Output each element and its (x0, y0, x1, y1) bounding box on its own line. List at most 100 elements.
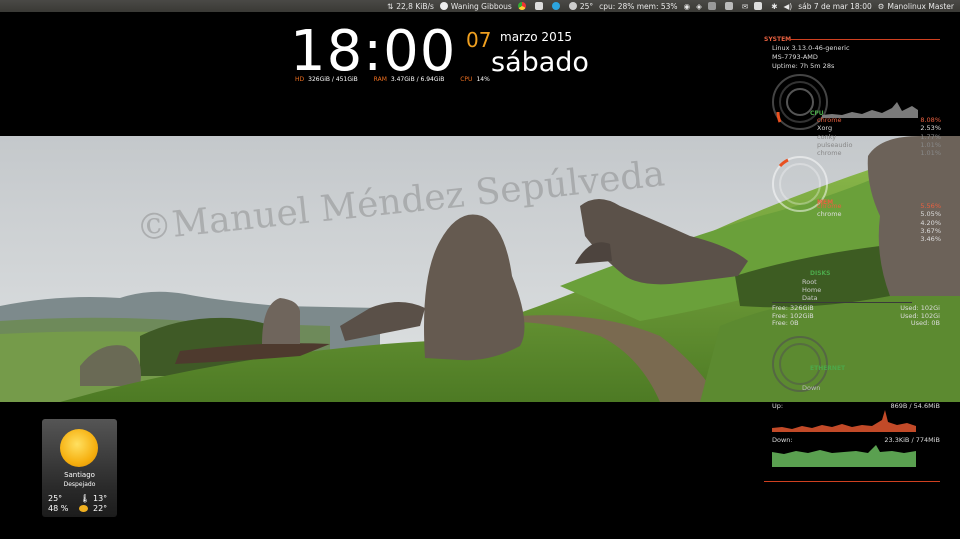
proc-value: 5.56% (920, 202, 941, 210)
weather-high: 13° (93, 494, 108, 503)
user-name: Manolinux Master (887, 1, 954, 11)
proc-value: 1.01% (920, 149, 941, 158)
proc-name: pulseaudio (817, 140, 853, 149)
mem-proc-row: 3.46% (817, 235, 941, 243)
ram-label: RAM (373, 76, 387, 83)
mem-proc-row: chrome 5.56% (817, 202, 941, 210)
cpu-proc-row: pulseaudio 1.01% (817, 141, 941, 149)
cpu-mem: cpu: 28% mem: 53% (599, 1, 678, 11)
system-rule (790, 39, 940, 40)
mem-process-list: chrome 5.56% chrome 5.05% 4.20% 3.67% 3.46… (817, 202, 941, 243)
volume-icon: ◀) (783, 1, 793, 11)
datetime-indicator[interactable]: sáb 7 de mar 18:00 (798, 2, 872, 11)
hd-label: HD (295, 76, 305, 83)
cpu-process-list: chrome 8.08% Xorg 2.53% conky 1.77% pulseau… (817, 116, 941, 157)
mail-icon: ✉ (741, 1, 749, 11)
mem-proc-row: 4.20% (817, 219, 941, 227)
net-indicator[interactable]: ⇅ 22,8 KiB/s (387, 2, 434, 11)
mem-proc-row: 3.67% (817, 227, 941, 235)
keyboard-icon (724, 2, 733, 10)
system-info: Linux 3.13.0-46-generic MS-7793-AMD Upti… (772, 44, 850, 71)
cloud-icon (534, 2, 543, 10)
system-title: SYSTEM (764, 36, 792, 43)
ram-value: 3.47GiB / 6.94GiB (390, 76, 445, 83)
net-ring-gauge (772, 336, 828, 392)
screen-tray[interactable] (707, 2, 719, 10)
weather-low: 22° (93, 504, 108, 513)
disk-row: Free: 0B Used: 0B (772, 319, 940, 328)
disk-name: Root (802, 278, 817, 286)
system-stats-line: HD 326GiB / 451GiB RAM 3.47GiB / 6.94GiB C… (295, 76, 504, 83)
cpu-proc-row: chrome 1.01% (817, 149, 941, 157)
keyboard-tray[interactable] (724, 2, 736, 10)
conky-bottom-rule (764, 481, 940, 482)
weather-humidity: 48 % (48, 504, 69, 513)
proc-value: 2.53% (920, 124, 941, 133)
weather-temp: 25° (48, 494, 63, 503)
proc-value: 4.20% (920, 218, 941, 227)
network-arrows-icon: ⇅ (386, 1, 394, 11)
download-graph (772, 445, 916, 467)
proc-name: chrome (817, 116, 842, 124)
thermometer-icon: 🌡 (80, 494, 91, 503)
clock-month-year: marzo 2015 (500, 30, 572, 44)
weather-city: Santiago (64, 471, 95, 479)
temp-indicator[interactable]: 25° (568, 1, 594, 11)
weather-icon (568, 2, 577, 10)
net-speed: 22,8 KiB/s (396, 1, 434, 11)
net-sub: Down (802, 384, 821, 392)
cpu-proc-row: Xorg 2.53% (817, 124, 941, 132)
disk-name: Data (802, 294, 818, 302)
eye-tray[interactable]: ◉ (684, 2, 691, 11)
host-text: MS-7793-AMD (772, 53, 818, 61)
proc-name: chrome (817, 210, 842, 219)
cloud-tray[interactable] (534, 2, 546, 10)
uptime-text: Uptime: 7h 5m 28s (772, 62, 835, 70)
chrome-icon (517, 2, 526, 10)
dropbox-icon: ◈ (696, 1, 702, 11)
top-temp: 25° (579, 1, 594, 11)
upload-graph (772, 410, 916, 432)
eye-icon: ◉ (683, 1, 691, 11)
proc-name: chrome (817, 202, 842, 210)
disk-used: Used: 0B (910, 319, 940, 327)
clock-time: 18:00 (290, 19, 457, 84)
bluetooth-icon: ✱ (771, 1, 778, 11)
moon-icon (439, 2, 448, 10)
weather-condition: Despejado (63, 481, 96, 488)
sysmon-indicator[interactable]: cpu: 28% mem: 53% (599, 2, 677, 11)
chrome-tray[interactable] (517, 2, 529, 10)
proc-value: 3.46% (920, 235, 941, 244)
cpu-proc-row: conky 1.77% (817, 133, 941, 141)
mail-tray[interactable]: ✉ (742, 2, 748, 11)
sun-small-icon (79, 505, 88, 512)
proc-value: 8.08% (920, 116, 941, 124)
language-icon (754, 2, 763, 10)
lang-tray[interactable] (754, 2, 765, 10)
moon-indicator[interactable]: Waning Gibbous (439, 1, 512, 11)
weather-widget[interactable]: Santiago Despejado 25° 48 % 🌡 13° 22° (42, 419, 117, 517)
dropbox-tray[interactable]: ◈ (696, 2, 702, 11)
volume-tray[interactable]: ◀) (783, 2, 792, 11)
cpu-label: CPU (460, 76, 473, 83)
conky-monitor: SYSTEM Linux 3.13.0-46-generic MS-7793-A… (762, 32, 942, 492)
disk-names: Root Home Data (802, 278, 821, 302)
cpu-graph (822, 102, 918, 118)
cpu-proc-row: chrome 8.08% (817, 116, 941, 124)
telegram-tray[interactable] (551, 2, 563, 10)
top-datetime: sáb 7 de mar 18:00 (798, 1, 872, 11)
disk-usage: Free: 326GiB Used: 102Gi Free: 102GiB Used… (772, 304, 940, 328)
screen-icon (707, 2, 716, 10)
moon-phase: Waning Gibbous (450, 1, 512, 11)
mem-proc-row: chrome 5.05% (817, 210, 941, 218)
bluetooth-tray[interactable]: ✱ (771, 2, 777, 11)
proc-value: 1.01% (920, 140, 941, 149)
clock-day: 07 (466, 28, 492, 52)
proc-name: Xorg (817, 124, 833, 133)
proc-value: 1.77% (920, 132, 941, 141)
kernel-text: Linux 3.13.0-46-generic (772, 44, 850, 52)
disk-name: Home (802, 286, 822, 294)
telegram-icon (551, 2, 560, 10)
session-menu[interactable]: ⚙ Manolinux Master (878, 2, 954, 11)
top-panel: ⇅ 22,8 KiB/s Waning Gibbous 25° cpu: 28% … (0, 0, 960, 12)
